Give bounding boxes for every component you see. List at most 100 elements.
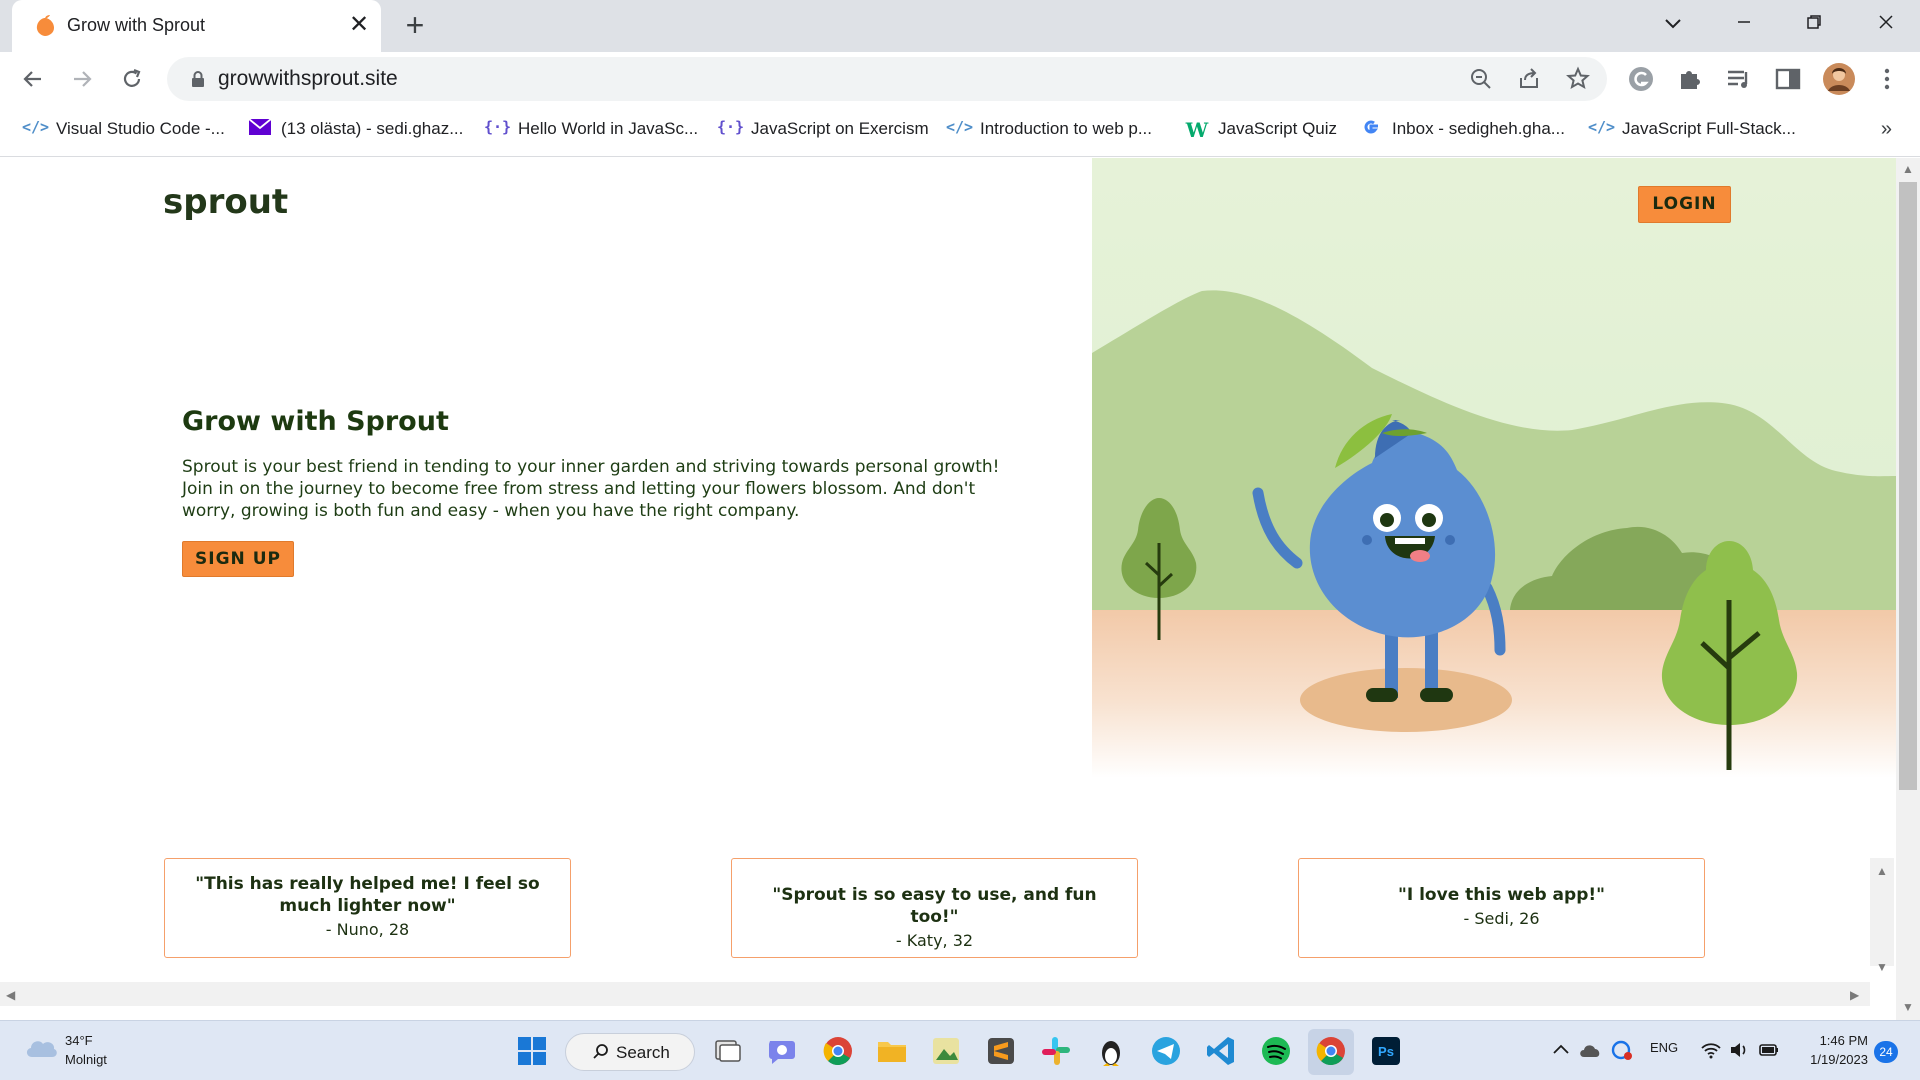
bookmark-star-icon[interactable] [1564,65,1592,93]
vscode-icon[interactable] [1203,1033,1239,1069]
vertical-scrollbar-thumb[interactable] [1899,182,1917,790]
linux-penguin-icon[interactable] [1093,1033,1129,1069]
onedrive-cloud-icon[interactable] [1578,1039,1602,1061]
hero-title: Grow with Sprout [182,406,449,437]
sprout-favicon-icon [36,15,54,36]
forward-button[interactable] [64,61,100,97]
chrome-active-icon[interactable] [1313,1033,1349,1069]
profile-avatar[interactable] [1822,62,1856,96]
hero-description: Sprout is your best friend in tending to… [182,457,1000,521]
photoshop-icon[interactable]: Ps [1368,1033,1404,1069]
testimonial-author: - Katy, 32 [895,931,974,950]
bookmark-item[interactable]: {·} JavaScript on Exercism [717,118,929,144]
testimonial-author: - Nuno, 28 [325,920,410,939]
telegram-icon[interactable] [1148,1033,1184,1069]
clock-time[interactable]: 1:46 PM [1818,1033,1868,1048]
testimonial-quote: "I love this web app!" [1398,885,1605,905]
bookmark-item[interactable]: Inbox - sedigheh.gha... [1358,118,1565,144]
sign-up-button[interactable]: SIGN UP [182,541,294,577]
new-tab-button[interactable]: + [399,9,431,42]
weather-temperature: 34°F [65,1033,93,1048]
bookmark-item[interactable]: </> Introduction to web p... [946,118,1152,144]
back-button[interactable] [15,61,51,97]
inner-scroll-down-arrow-icon[interactable]: ▼ [1876,960,1888,974]
minimize-button[interactable] [1724,8,1764,38]
scroll-down-arrow-icon[interactable]: ▼ [1902,1000,1914,1014]
exercism-icon: {·} [484,118,512,136]
bookmark-item[interactable]: {·} Hello World in JavaSc... [484,118,698,144]
taskbar-search[interactable]: Search [565,1033,695,1071]
share-icon[interactable] [1515,65,1543,93]
clock-date[interactable]: 1/19/2023 [1800,1052,1868,1067]
testimonial-quote: "This has really helped me! I feel so mu… [195,874,540,916]
tab-search-button[interactable] [1653,8,1693,38]
grammarly-icon[interactable] [1626,64,1656,94]
bookmarks-bar: </> Visual Studio Code -... (13 olästa) -… [0,106,1920,157]
restore-button[interactable] [1794,8,1834,38]
address-bar[interactable]: growwithsprout.site [167,57,1607,101]
weather-description: Molnigt [65,1052,107,1067]
url-text: growwithsprout.site [218,67,398,90]
cloud-icon[interactable] [24,1035,58,1059]
hero-illustration [1092,158,1896,778]
reload-icon [123,68,141,87]
close-icon [1879,15,1893,29]
task-view-icon[interactable] [710,1033,746,1069]
svg-text:Ps: Ps [1378,1044,1394,1059]
extensions-puzzle-icon[interactable] [1675,64,1705,94]
photos-app-icon[interactable] [928,1033,964,1069]
mail-icon [247,118,273,140]
notification-badge[interactable]: 24 [1874,1041,1898,1063]
file-explorer-icon[interactable] [874,1033,910,1069]
chevron-up-icon[interactable] [1550,1039,1572,1061]
bookmark-item[interactable]: </> JavaScript Full-Stack... [1588,118,1796,144]
close-tab-icon[interactable]: ✕ [346,12,372,38]
slack-icon[interactable] [1038,1033,1074,1069]
volume-icon[interactable] [1728,1039,1750,1061]
side-panel-icon[interactable] [1773,64,1803,94]
scroll-right-arrow-icon[interactable]: ▶ [1850,988,1859,1002]
media-control-icon[interactable] [1724,64,1754,94]
browser-toolbar: growwithsprout.site [0,52,1920,106]
windows-start-icon[interactable] [514,1033,550,1069]
zoom-icon[interactable] [1467,65,1495,93]
code-icon: </> [1588,118,1616,136]
teams-chat-icon[interactable] [764,1033,800,1069]
reload-button[interactable] [114,61,150,97]
sync-icon[interactable] [1608,1037,1634,1063]
browser-tab[interactable]: Grow with Sprout ✕ [12,0,381,52]
menu-kebab-icon[interactable] [1872,64,1902,94]
testimonial-quote: "Sprout is so easy to use, and fun too!" [772,885,1097,927]
battery-icon[interactable] [1758,1039,1780,1061]
os-taskbar: 34°F Molnigt Search Ps ENG 1:46 PM 1/19/… [0,1020,1920,1080]
tab-strip: Grow with Sprout ✕ + [0,0,1920,52]
google-icon [1358,118,1384,140]
testimonial-card: "This has really helped me! I feel so mu… [164,858,571,958]
restore-icon [1807,15,1821,29]
tab-title: Grow with Sprout [67,15,206,35]
spotify-icon[interactable] [1258,1033,1294,1069]
inner-scroll-up-arrow-icon[interactable]: ▲ [1876,864,1888,878]
search-icon [593,1044,608,1059]
arrow-left-icon [23,71,41,87]
search-label: Search [616,1043,670,1062]
wifi-icon[interactable] [1700,1039,1722,1061]
language-indicator[interactable]: ENG [1650,1040,1678,1055]
code-icon: </> [22,118,50,136]
sprout-logo[interactable]: sprout [163,182,288,222]
horizontal-scrollbar[interactable] [0,982,1870,1006]
bookmark-item[interactable]: </> Visual Studio Code -... [22,118,225,144]
chrome-icon[interactable] [820,1033,856,1069]
bookmark-item[interactable]: (13 olästa) - sedi.ghaz... [247,118,463,144]
testimonial-author: - Sedi, 26 [1463,909,1540,928]
more-bookmarks-button[interactable]: » [1881,118,1892,141]
login-button[interactable]: LOGIN [1638,186,1731,223]
scroll-left-arrow-icon[interactable]: ◀ [6,988,15,1002]
sublime-text-icon[interactable] [983,1033,1019,1069]
lock-icon [192,71,204,87]
close-window-button[interactable] [1866,8,1906,38]
testimonial-card: "Sprout is so easy to use, and fun too!"… [731,858,1138,958]
chevron-down-icon [1665,19,1681,29]
bookmark-item[interactable]: W JavaScript Quiz [1184,118,1337,144]
scroll-up-arrow-icon[interactable]: ▲ [1902,162,1914,176]
